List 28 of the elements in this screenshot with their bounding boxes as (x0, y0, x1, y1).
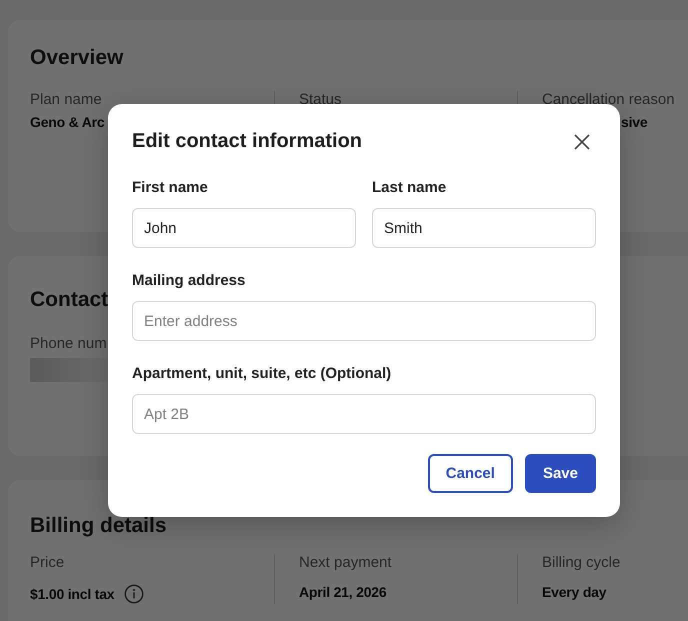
field-label: Next payment (299, 554, 392, 571)
field-label: Price (30, 554, 64, 571)
close-button[interactable] (572, 132, 592, 152)
text-field[interactable]: John (132, 208, 356, 248)
field-value: April 21, 2026 (299, 584, 386, 600)
section-title: Overview (30, 46, 124, 70)
field-label: Status (299, 91, 342, 108)
field-label: First name (132, 179, 209, 196)
text-field[interactable]: Enter address (132, 301, 596, 341)
text-field[interactable]: Apt 2B (132, 394, 596, 434)
field-label: Mailing address (132, 272, 246, 289)
text-field[interactable]: Smith (372, 208, 596, 248)
field-value: sive (621, 114, 648, 130)
section-title: Contact (30, 288, 108, 312)
field-value: $1.00 incl tax (30, 586, 114, 602)
field-label: Phone num (30, 335, 107, 352)
dialog-title: Edit contact information (132, 130, 362, 153)
field-value: Geno & Arc (30, 114, 104, 130)
info-icon[interactable] (124, 584, 144, 604)
field-label: Plan name (30, 91, 102, 108)
save-button[interactable]: Save (524, 454, 596, 493)
field-label: Apartment, unit, suite, etc (Optional) (132, 365, 392, 382)
section-title: Billing details (30, 514, 167, 538)
field-label: Last name (372, 179, 448, 196)
field-label: Cancellation reason (542, 91, 675, 108)
cancel-button[interactable]: Cancel (428, 454, 513, 493)
field-label: Billing cycle (542, 554, 620, 571)
field-value: Every day (542, 584, 606, 600)
